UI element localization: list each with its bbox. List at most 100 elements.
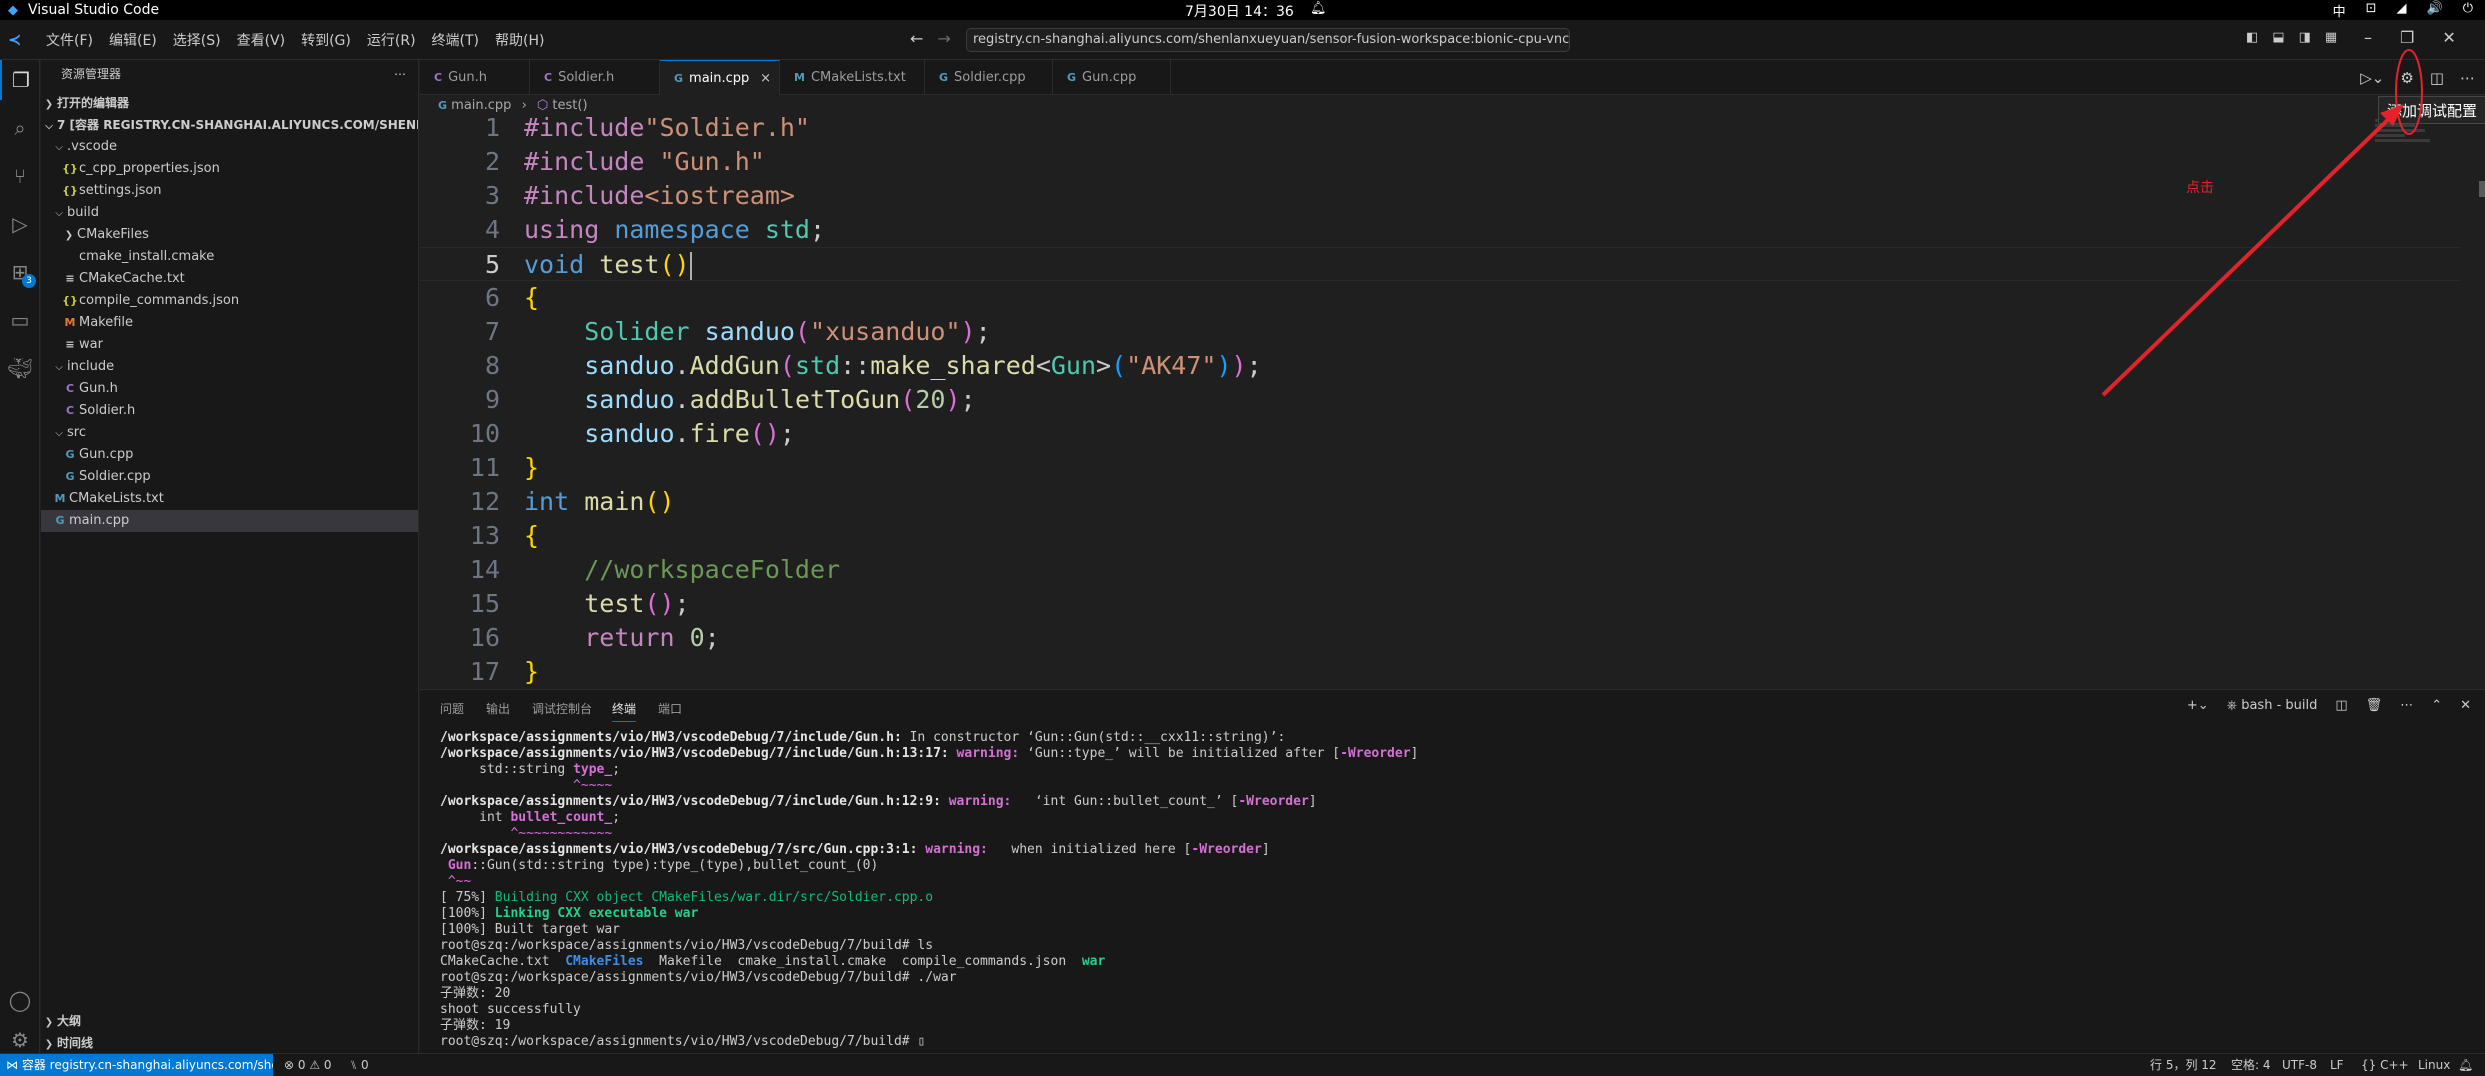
breadcrumb-file[interactable]: main.cpp xyxy=(451,98,511,113)
file-item[interactable]: C Gun.h xyxy=(41,378,418,400)
file-item[interactable]: cmake_install.cmake xyxy=(41,246,418,268)
terminal-output[interactable]: /workspace/assignments/vio/HW3/vscodeDeb… xyxy=(440,730,2460,1050)
tab-soldier-cpp[interactable]: G Soldier.cpp xyxy=(925,60,1053,95)
file-item[interactable]: ≡ CMakeCache.txt xyxy=(41,268,418,290)
workspace-root-section[interactable]: ⌵ 7 [容器 REGISTRY.CN-SHANGHAI.ALIYUNCS.COM… xyxy=(41,114,418,136)
notifications-bell-icon[interactable]: 🔔︎ xyxy=(2458,1054,2473,1076)
remote-indicator[interactable]: ⋈ 容器 registry.cn-shanghai.aliyuncs.com/s… xyxy=(0,1054,273,1076)
remote-explorer-icon[interactable]: ▭ xyxy=(0,300,40,340)
screen-icon[interactable]: ⊡ xyxy=(2366,1,2377,20)
input-method-icon[interactable]: 中 xyxy=(2333,1,2346,20)
breadcrumb-symbol[interactable]: test() xyxy=(552,98,587,113)
tab-main-cpp[interactable]: Gmain.cpp × xyxy=(660,60,780,95)
command-center-search[interactable]: registry.cn-shanghai.aliyuncs.com/shenla… xyxy=(966,28,1570,52)
search-icon[interactable]: ⌕ xyxy=(0,108,40,148)
code-line[interactable]: 9 sanduo.addBulletToGun(20); xyxy=(420,383,2460,417)
code-line[interactable]: 5 void test() xyxy=(420,247,2460,281)
folder-item[interactable]: ⌵ include xyxy=(41,356,418,378)
kill-terminal-icon[interactable]: 🗑︎ xyxy=(2366,698,2383,713)
tab-debug-console[interactable]: 调试控制台 xyxy=(532,700,592,717)
folder-item[interactable]: ❯ CMakeFiles xyxy=(41,224,418,246)
ports-indicator[interactable]: ⑊ 0 xyxy=(350,1054,369,1076)
code-line[interactable]: 15 test(); xyxy=(420,587,2460,621)
file-item[interactable]: G Gun.cpp xyxy=(41,444,418,466)
docker-icon[interactable]: 🐳︎ xyxy=(0,348,40,388)
menu-edit[interactable]: 编辑(E) xyxy=(101,30,165,50)
more-actions-icon[interactable]: ⋯ xyxy=(2460,69,2475,87)
code-line[interactable]: 4 using namespace std; xyxy=(420,213,2460,247)
source-control-icon[interactable]: ⑂ xyxy=(0,156,40,196)
file-item[interactable]: ≡ war xyxy=(41,334,418,356)
file-item[interactable]: M Makefile xyxy=(41,312,418,334)
code-line[interactable]: 8 sanduo.AddGun(std::make_shared<Gun>("A… xyxy=(420,349,2460,383)
new-terminal-icon[interactable]: +⌄ xyxy=(2187,698,2209,713)
open-editors-section[interactable]: ❯ 打开的编辑器 xyxy=(41,92,418,114)
menu-file[interactable]: 文件(F) xyxy=(38,30,101,50)
close-tab-icon[interactable]: × xyxy=(760,61,771,96)
cursor-position[interactable]: 行 5，列 12 xyxy=(2150,1054,2217,1076)
file-item[interactable]: Gmain.cpp xyxy=(41,510,418,532)
end-of-line[interactable]: LF xyxy=(2330,1054,2344,1076)
code-line[interactable]: 3 #include<iostream> xyxy=(420,179,2460,213)
language-mode[interactable]: {} C++ xyxy=(2361,1054,2409,1076)
toggle-panel-icon[interactable]: ⬓ xyxy=(2272,30,2284,45)
run-debug-dropdown-icon[interactable]: ▷⌄ xyxy=(2360,69,2384,87)
explorer-icon[interactable]: ❐ xyxy=(0,60,40,100)
file-item[interactable]: M CMakeLists.txt xyxy=(41,488,418,510)
folder-item[interactable]: ⌵ src xyxy=(41,422,418,444)
toggle-secondary-sidebar-icon[interactable]: ◨ xyxy=(2299,30,2311,45)
problems-indicator[interactable]: ⊗ 0 ⚠ 0 xyxy=(284,1054,332,1076)
encoding[interactable]: UTF-8 xyxy=(2282,1054,2317,1076)
indentation[interactable]: 空格: 4 xyxy=(2231,1054,2271,1076)
bell-icon[interactable]: 🔔︎ xyxy=(1310,1,1327,16)
tab-terminal[interactable]: 终端 xyxy=(612,700,637,722)
file-item[interactable]: G Soldier.cpp xyxy=(41,466,418,488)
code-line[interactable]: 1 #include"Soldier.h" xyxy=(420,117,2460,145)
file-item[interactable]: {}compile_commands.json xyxy=(41,290,418,312)
close-window-icon[interactable]: ✕ xyxy=(2442,28,2455,47)
os-clock[interactable]: 7月30日 14：36 xyxy=(1185,1,1294,21)
menu-selection[interactable]: 选择(S) xyxy=(165,30,229,50)
code-line[interactable]: 16 return 0; xyxy=(420,621,2460,655)
menu-go[interactable]: 转到(G) xyxy=(293,30,359,50)
code-line[interactable]: 6{ xyxy=(420,281,2460,315)
terminal-instance[interactable]: ⎈ bash - build xyxy=(2227,698,2318,713)
tab-output[interactable]: 输出 xyxy=(486,700,510,717)
more-actions-icon[interactable]: ⋯ xyxy=(2400,698,2413,713)
restore-icon[interactable]: ❐ xyxy=(2400,28,2414,47)
volume-icon[interactable]: 🔊 xyxy=(2427,1,2443,20)
more-actions-icon[interactable]: ⋯ xyxy=(394,60,406,88)
power-icon[interactable]: ⏻ xyxy=(2463,1,2473,20)
code-line[interactable]: 7 Solider sanduo("xusanduo"); xyxy=(420,315,2460,349)
code-line[interactable]: 13 { xyxy=(420,519,2460,553)
code-line[interactable]: 11} xyxy=(420,451,2460,485)
account-icon[interactable]: ◯ xyxy=(0,980,40,1020)
file-item[interactable]: C Soldier.h xyxy=(41,400,418,422)
extensions-icon[interactable]: ⊞ 3 xyxy=(0,252,40,292)
run-debug-icon[interactable]: ▷ xyxy=(0,204,40,244)
file-item[interactable]: {}settings.json xyxy=(41,180,418,202)
forward-arrow-icon[interactable]: → xyxy=(937,29,950,48)
outline-section[interactable]: ❯ 大纲 xyxy=(41,1010,418,1032)
back-arrow-icon[interactable]: ← xyxy=(910,29,923,48)
code-line[interactable]: 10 sanduo.fire(); xyxy=(420,417,2460,451)
add-debug-config-gear-icon[interactable]: ⚙ xyxy=(2400,69,2413,87)
menu-run[interactable]: 运行(R) xyxy=(359,30,424,50)
network-icon[interactable]: ◢ xyxy=(2397,1,2407,20)
code-line[interactable]: 17} xyxy=(420,655,2460,689)
toggle-primary-sidebar-icon[interactable]: ◧ xyxy=(2246,30,2258,45)
timeline-section[interactable]: ❯ 时间线 xyxy=(41,1032,418,1054)
file-item[interactable]: {}c_cpp_properties.json xyxy=(41,158,418,180)
customize-layout-icon[interactable]: ▦ xyxy=(2325,30,2337,45)
tab-soldier-h[interactable]: C Soldier.h xyxy=(530,60,660,95)
minimize-icon[interactable]: – xyxy=(2364,28,2372,47)
folder-item[interactable]: ⌵ .vscode xyxy=(41,136,418,158)
menu-terminal[interactable]: 终端(T) xyxy=(424,30,487,50)
tab-gun-h[interactable]: C Gun.h xyxy=(420,60,530,95)
code-line[interactable]: 14 //workspaceFolder xyxy=(420,553,2460,587)
menu-help[interactable]: 帮助(H) xyxy=(487,30,552,50)
menu-view[interactable]: 查看(V) xyxy=(229,30,294,50)
split-editor-icon[interactable]: ◫ xyxy=(2430,69,2444,87)
folder-item[interactable]: ⌵ build xyxy=(41,202,418,224)
tab-cmakelists[interactable]: M CMakeLists.txt xyxy=(780,60,925,95)
